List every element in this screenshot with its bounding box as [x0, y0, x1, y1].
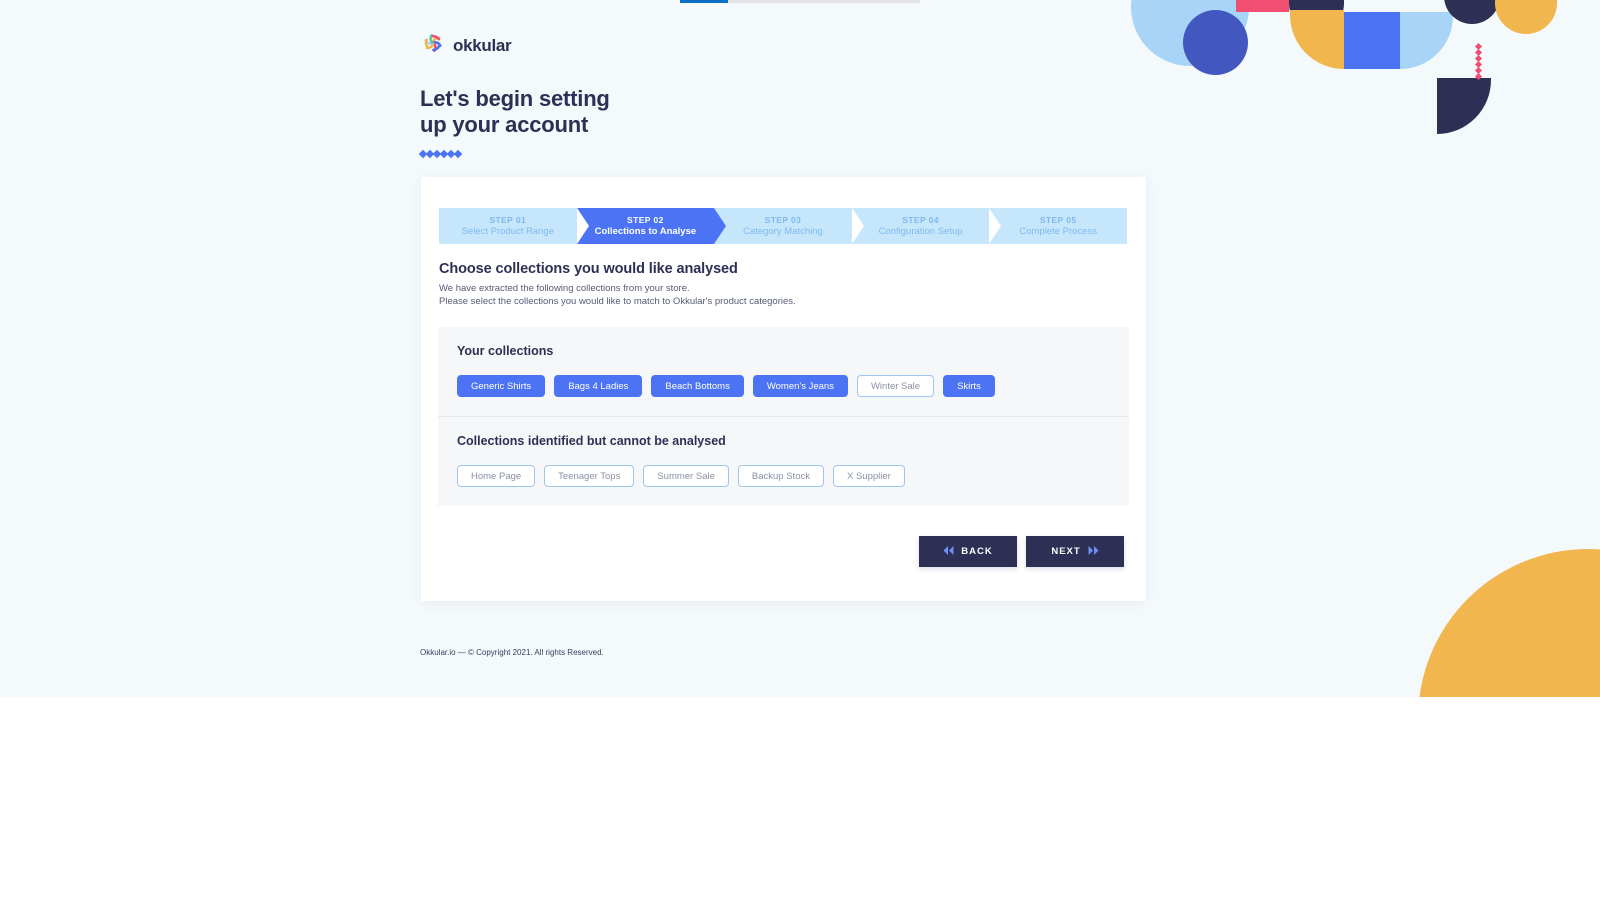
collection-tag-disabled: X Supplier [832, 465, 905, 487]
unavailable-collections-title: Collections identified but cannot be ana… [457, 434, 726, 448]
your-collections-tag-list: Generic Shirts Bags 4 Ladies Beach Bottoms… [457, 375, 1110, 397]
onboarding-page: okkular Let's begin setting up your acco… [0, 0, 1600, 697]
double-chevron-left-icon [943, 545, 954, 558]
brand-logo: okkular [420, 30, 512, 61]
collection-tag[interactable]: Bags 4 Ladies [554, 375, 643, 397]
decorative-orange-quartercircle [1290, 10, 1344, 69]
decorative-pink-diamond-column [1474, 42, 1483, 81]
unavailable-collections-tag-list: Home Page Teenager Tops Summer Sale Backup … [457, 465, 1110, 487]
page-loading-bar [680, 0, 920, 3]
your-collections-title: Your collections [457, 344, 554, 358]
step-number: STEP 05 [1039, 214, 1077, 225]
okkular-pinwheel-logo-icon [420, 30, 446, 61]
step-2[interactable]: STEP 02 Collections to Analyse [576, 208, 726, 244]
collection-tag-disabled: Home Page [457, 465, 536, 487]
step-label: Complete Process [1019, 225, 1097, 237]
decorative-lightblue-quartercircle [1400, 12, 1453, 69]
intro-line-2: Please select the collections you would … [439, 295, 796, 307]
intro-line-1: We have extracted the following collecti… [439, 283, 690, 294]
page-loading-bar-fill [680, 0, 728, 3]
step-number: STEP 03 [764, 214, 802, 225]
step-label: Select Product Range [461, 225, 554, 237]
next-button-label: NEXT [1051, 546, 1081, 557]
collection-tag[interactable]: Beach Bottoms [651, 375, 744, 397]
collection-tag-disabled: Summer Sale [643, 465, 729, 487]
step-label: Collections to Analyse [594, 225, 697, 237]
card-actions: BACK NEXT [421, 536, 1124, 567]
your-collections-panel: Your collections Generic Shirts Bags 4 La… [438, 327, 1129, 416]
back-button[interactable]: BACK [919, 536, 1017, 567]
step-4[interactable]: STEP 04 Configuration Setup [851, 208, 1001, 244]
decorative-orange-circle-small [1495, 0, 1557, 34]
decorative-navy-quartercircle [1437, 78, 1491, 134]
collection-tag-disabled: Backup Stock [737, 465, 824, 487]
collection-tag[interactable]: Skirts [943, 375, 995, 397]
intro-block: Choose collections you would like analys… [439, 261, 1146, 308]
collection-tag[interactable]: Women's Jeans [752, 375, 848, 397]
step-number: STEP 02 [627, 214, 664, 225]
step-3[interactable]: STEP 03 Category Matching [714, 208, 864, 244]
step-label: Category Matching [743, 225, 823, 237]
collection-tag[interactable]: Generic Shirts [457, 375, 546, 397]
step-number: STEP 04 [902, 214, 939, 225]
step-number: STEP 01 [489, 214, 527, 225]
page-title-line2: up your account [420, 112, 589, 137]
decorative-orange-circle-large [1418, 549, 1600, 697]
decorative-pink-rectangle [1236, 0, 1289, 12]
page-title: Let's begin setting up your account [420, 86, 610, 138]
decorative-blue-square [1344, 12, 1400, 69]
collection-tag[interactable]: Winter Sale [856, 375, 935, 397]
next-button[interactable]: NEXT [1026, 536, 1124, 567]
section-heading: Choose collections you would like analys… [439, 261, 738, 277]
unavailable-collections-panel: Collections identified but cannot be ana… [438, 417, 1129, 506]
collection-tag-disabled: Teenager Tops [544, 465, 635, 487]
decorative-blue-circle [1183, 10, 1248, 75]
footer-copyright: Okkular.io — © Copyright 2021. All right… [420, 648, 604, 657]
brand-name: okkular [453, 35, 512, 55]
back-button-label: BACK [961, 546, 993, 557]
page-title-line1: Let's begin setting [420, 86, 610, 111]
step-1[interactable]: STEP 01 Select Product Range [439, 208, 589, 244]
onboarding-card: STEP 01 Select Product Range STEP 02 Collec… [421, 177, 1146, 601]
decorative-blue-diamond-row [418, 149, 463, 159]
double-chevron-right-icon [1088, 545, 1099, 558]
step-progress-bar: STEP 01 Select Product Range STEP 02 Collec… [439, 208, 1127, 244]
step-5[interactable]: STEP 05 Complete Process [989, 208, 1127, 244]
step-label: Configuration Setup [878, 225, 963, 237]
